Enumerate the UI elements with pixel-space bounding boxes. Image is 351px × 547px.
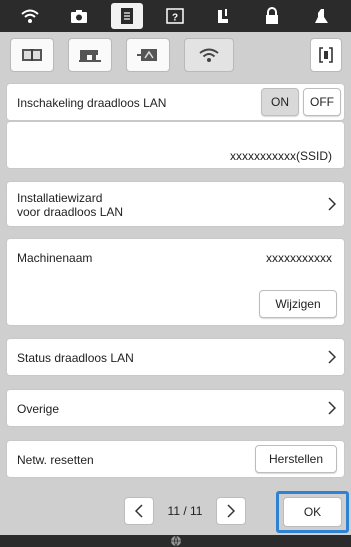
globe-icon <box>170 535 181 547</box>
wlan-status-row[interactable]: Status draadloos LAN <box>6 338 345 376</box>
svg-text:?: ? <box>172 13 178 24</box>
tab-wireless[interactable] <box>184 38 234 72</box>
embroidery-icon <box>137 49 157 61</box>
machine-name-row: Machinenaam xxxxxxxxxxx Wijzigen <box>6 238 345 326</box>
wizard-label-line1: Installatiewizard <box>17 191 103 205</box>
help-icon[interactable]: ? <box>159 3 191 29</box>
page-indicator: 11 / 11 <box>167 504 203 518</box>
machine-name-value: xxxxxxxxxxx <box>266 251 332 265</box>
wizard-label-line2: voor draadloos LAN <box>17 205 124 219</box>
wlan-enable-label: Inschakeling draadloos LAN <box>17 96 167 110</box>
chevron-right-icon <box>328 350 336 364</box>
ssid-value: xxxxxxxxxxx(SSID) <box>230 149 332 163</box>
chevron-right-icon <box>328 197 336 211</box>
exit-bracket-icon <box>319 47 333 63</box>
other-label: Overige <box>17 402 60 416</box>
wlan-enable-row: Inschakeling draadloos LAN ON OFF <box>6 83 345 121</box>
prev-page-button[interactable] <box>124 497 154 525</box>
threading-icon[interactable] <box>208 3 240 29</box>
wifi-signal-icon[interactable] <box>14 3 46 29</box>
camera-icon[interactable] <box>63 3 95 29</box>
pager: 11 / 11 <box>124 496 246 526</box>
exit-button[interactable] <box>310 38 342 72</box>
category-tabbar <box>6 36 345 76</box>
change-name-button[interactable]: Wijzigen <box>259 290 337 318</box>
chevron-left-icon <box>135 504 143 518</box>
other-row[interactable]: Overige <box>6 389 345 427</box>
tab-general[interactable] <box>10 38 54 72</box>
wlan-on-button[interactable]: ON <box>261 88 299 116</box>
ok-highlight: OK <box>276 491 349 533</box>
network-reset-row: Netw. resetten Herstellen <box>6 440 345 478</box>
reset-button[interactable]: Herstellen <box>255 445 337 473</box>
lock-icon[interactable] <box>256 3 288 29</box>
wlan-status-label: Status draadloos LAN <box>17 351 134 365</box>
sewing-machine-icon <box>79 50 101 62</box>
wifi-icon <box>199 48 219 62</box>
top-toolbar: ? <box>0 0 351 32</box>
tab-sewing[interactable] <box>68 38 112 72</box>
document-icon[interactable] <box>111 3 144 29</box>
wlan-off-button[interactable]: OFF <box>303 88 341 116</box>
tab-embroidery[interactable] <box>126 38 170 72</box>
wizard-row[interactable]: Installatiewizard voor draadloos LAN <box>6 181 345 227</box>
next-page-button[interactable] <box>216 497 246 525</box>
network-reset-label: Netw. resetten <box>17 453 94 467</box>
book-icon <box>22 49 42 61</box>
ssid-row: xxxxxxxxxxx(SSID) <box>6 121 345 169</box>
chevron-right-icon <box>227 504 235 518</box>
machine-name-label: Machinenaam <box>17 251 93 265</box>
ok-button[interactable]: OK <box>283 497 342 527</box>
chevron-right-icon <box>328 401 336 415</box>
bottom-bar <box>0 535 351 547</box>
presser-foot-icon[interactable] <box>305 3 337 29</box>
